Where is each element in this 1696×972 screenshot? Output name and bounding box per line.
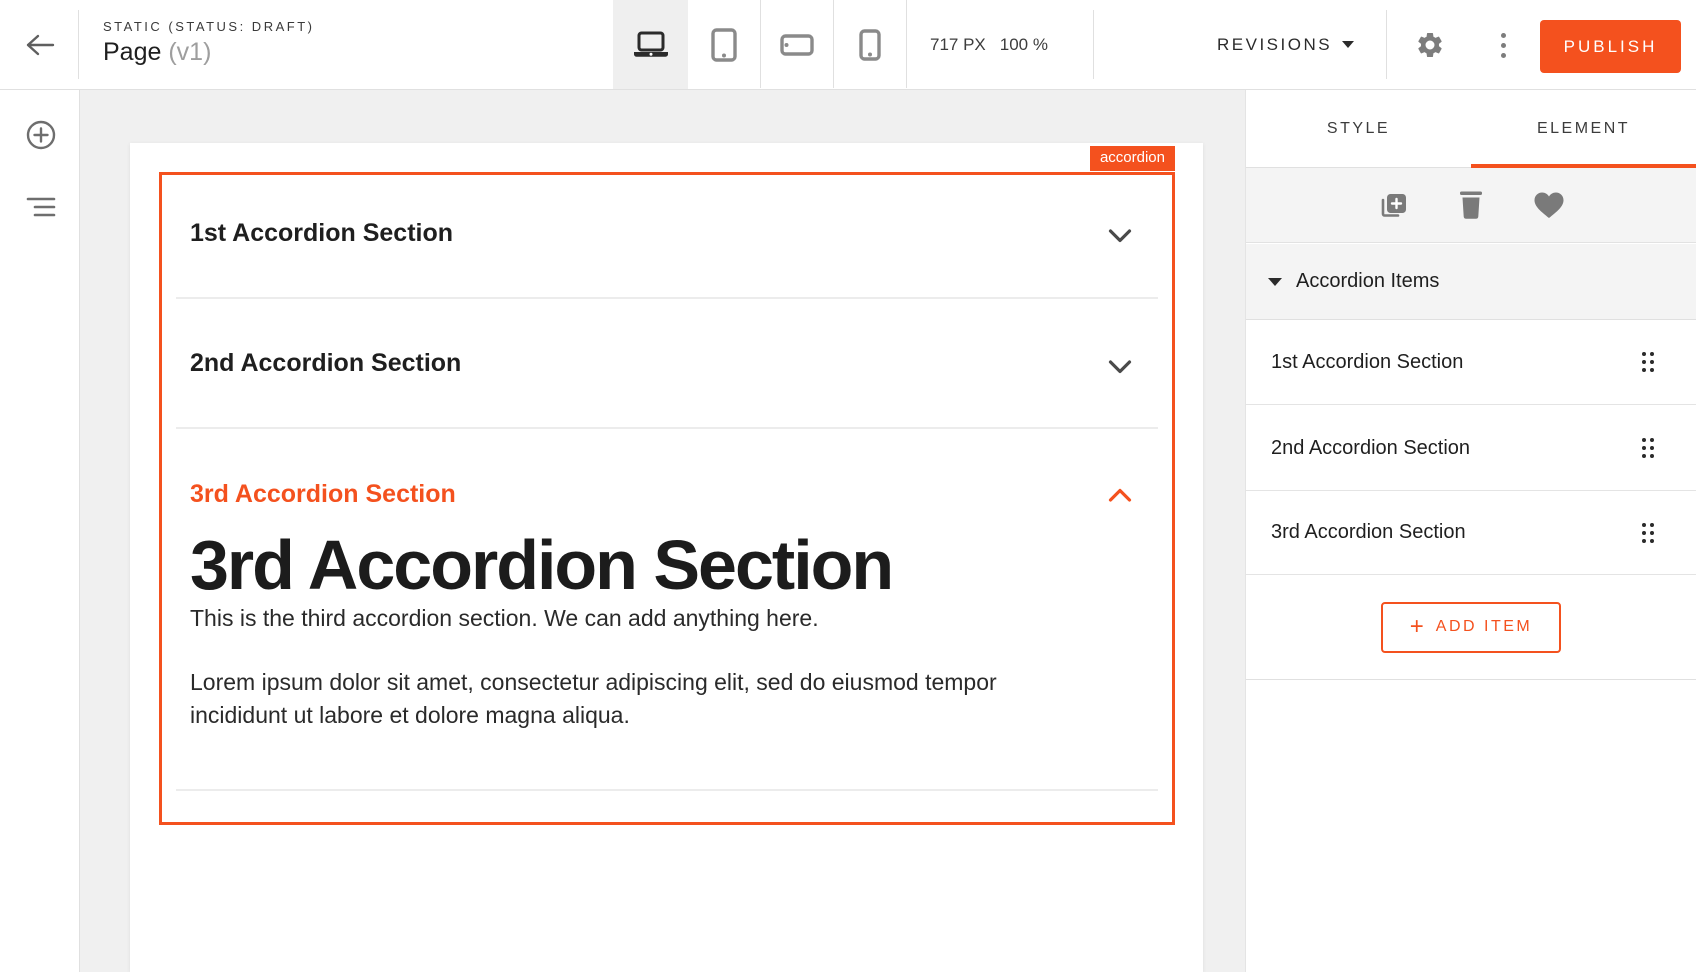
more-options-button[interactable] (1485, 23, 1521, 67)
status-label: STATIC (STATUS: DRAFT) (103, 19, 314, 34)
accordion-section-3-title[interactable]: 3rd Accordion Section (190, 480, 456, 509)
laptop-icon (632, 31, 670, 59)
accordion-expanded-content: 3rd Accordion Section This is the third … (190, 527, 1152, 732)
drag-handle-icon[interactable] (1642, 352, 1654, 372)
preview-page[interactable]: accordion 1st Accordion Section 2nd Acco… (130, 143, 1203, 972)
top-toolbar: STATIC (STATUS: DRAFT) Page (v1) 717 PX … (0, 0, 1696, 90)
tab-style[interactable]: STYLE (1246, 90, 1471, 167)
publish-button[interactable]: PUBLISH (1540, 20, 1681, 73)
viewport-measurements: 717 PX 100 % (930, 0, 1048, 89)
device-tablet-button[interactable] (688, 0, 760, 89)
gear-icon (1415, 30, 1445, 60)
viewport-width-label: 717 PX (930, 35, 986, 55)
phone-icon (859, 29, 881, 61)
chevron-up-icon[interactable] (1108, 487, 1132, 503)
add-item-button[interactable]: + ADD ITEM (1381, 602, 1561, 653)
outline-button[interactable] (20, 186, 62, 228)
tab-element[interactable]: ELEMENT (1471, 90, 1696, 167)
settings-button[interactable] (1408, 23, 1452, 67)
device-phone-button[interactable] (833, 0, 906, 89)
duplicate-button[interactable] (1376, 188, 1410, 222)
divider (176, 427, 1158, 429)
delete-button[interactable] (1454, 188, 1488, 222)
item-row-2[interactable]: 2nd Accordion Section (1246, 406, 1696, 491)
divider (176, 297, 1158, 299)
plus-circle-icon (25, 119, 57, 151)
device-desktop-button[interactable] (613, 0, 688, 89)
inspector-panel: STYLE ELEMENT Accordion Items 1st Ac (1245, 90, 1696, 972)
content-subheading: This is the third accordion section. We … (190, 605, 1152, 632)
back-button[interactable] (18, 25, 62, 65)
chevron-down-icon[interactable] (1108, 228, 1132, 244)
divider (176, 789, 1158, 791)
add-content-button[interactable] (20, 114, 62, 156)
selection-tag: accordion (1090, 146, 1175, 171)
heart-icon (1533, 191, 1565, 219)
content-paragraph: Lorem ipsum dolor sit amet, consectetur … (190, 666, 1040, 732)
arrow-left-icon (25, 33, 55, 57)
editor-canvas: accordion 1st Accordion Section 2nd Acco… (80, 90, 1245, 972)
list-lines-icon (25, 195, 57, 219)
divider (1386, 10, 1387, 79)
accordion-section-2-title[interactable]: 2nd Accordion Section (190, 349, 461, 378)
divider (78, 10, 79, 79)
trash-icon (1458, 190, 1484, 220)
duplicate-icon (1378, 190, 1408, 220)
kebab-icon (1501, 33, 1506, 38)
panel-title: Accordion Items (1296, 270, 1439, 293)
chevron-down-icon[interactable] (1108, 359, 1132, 375)
page-title-block: STATIC (STATUS: DRAFT) Page (v1) (103, 19, 314, 67)
device-tablet-landscape-button[interactable] (760, 0, 833, 89)
divider (906, 0, 907, 88)
page-version: (v1) (168, 38, 211, 66)
collapse-triangle-icon (1268, 278, 1282, 286)
chevron-down-icon (1342, 41, 1354, 48)
accordion-element-selection[interactable]: accordion 1st Accordion Section 2nd Acco… (159, 172, 1175, 825)
inspector-tabs: STYLE ELEMENT (1246, 90, 1696, 168)
page-title: Page (v1) (103, 38, 314, 67)
accordion-items-header[interactable]: Accordion Items (1246, 244, 1696, 320)
drag-handle-icon[interactable] (1642, 523, 1654, 543)
content-heading: 3rd Accordion Section (190, 527, 1152, 603)
plus-icon: + (1410, 615, 1424, 639)
revisions-dropdown[interactable]: REVISIONS (1217, 0, 1354, 89)
accordion-section-1-title[interactable]: 1st Accordion Section (190, 219, 453, 248)
add-item-row: + ADD ITEM (1246, 575, 1696, 680)
item-row-1[interactable]: 1st Accordion Section (1246, 320, 1696, 405)
divider (1093, 10, 1094, 79)
item-row-3[interactable]: 3rd Accordion Section (1246, 491, 1696, 575)
tablet-portrait-icon (711, 28, 737, 62)
zoom-level-label: 100 % (1000, 35, 1048, 55)
favorite-button[interactable] (1532, 188, 1566, 222)
left-toolbar (0, 90, 80, 972)
drag-handle-icon[interactable] (1642, 438, 1654, 458)
tablet-landscape-icon (780, 34, 814, 56)
element-actions-row (1246, 168, 1696, 243)
